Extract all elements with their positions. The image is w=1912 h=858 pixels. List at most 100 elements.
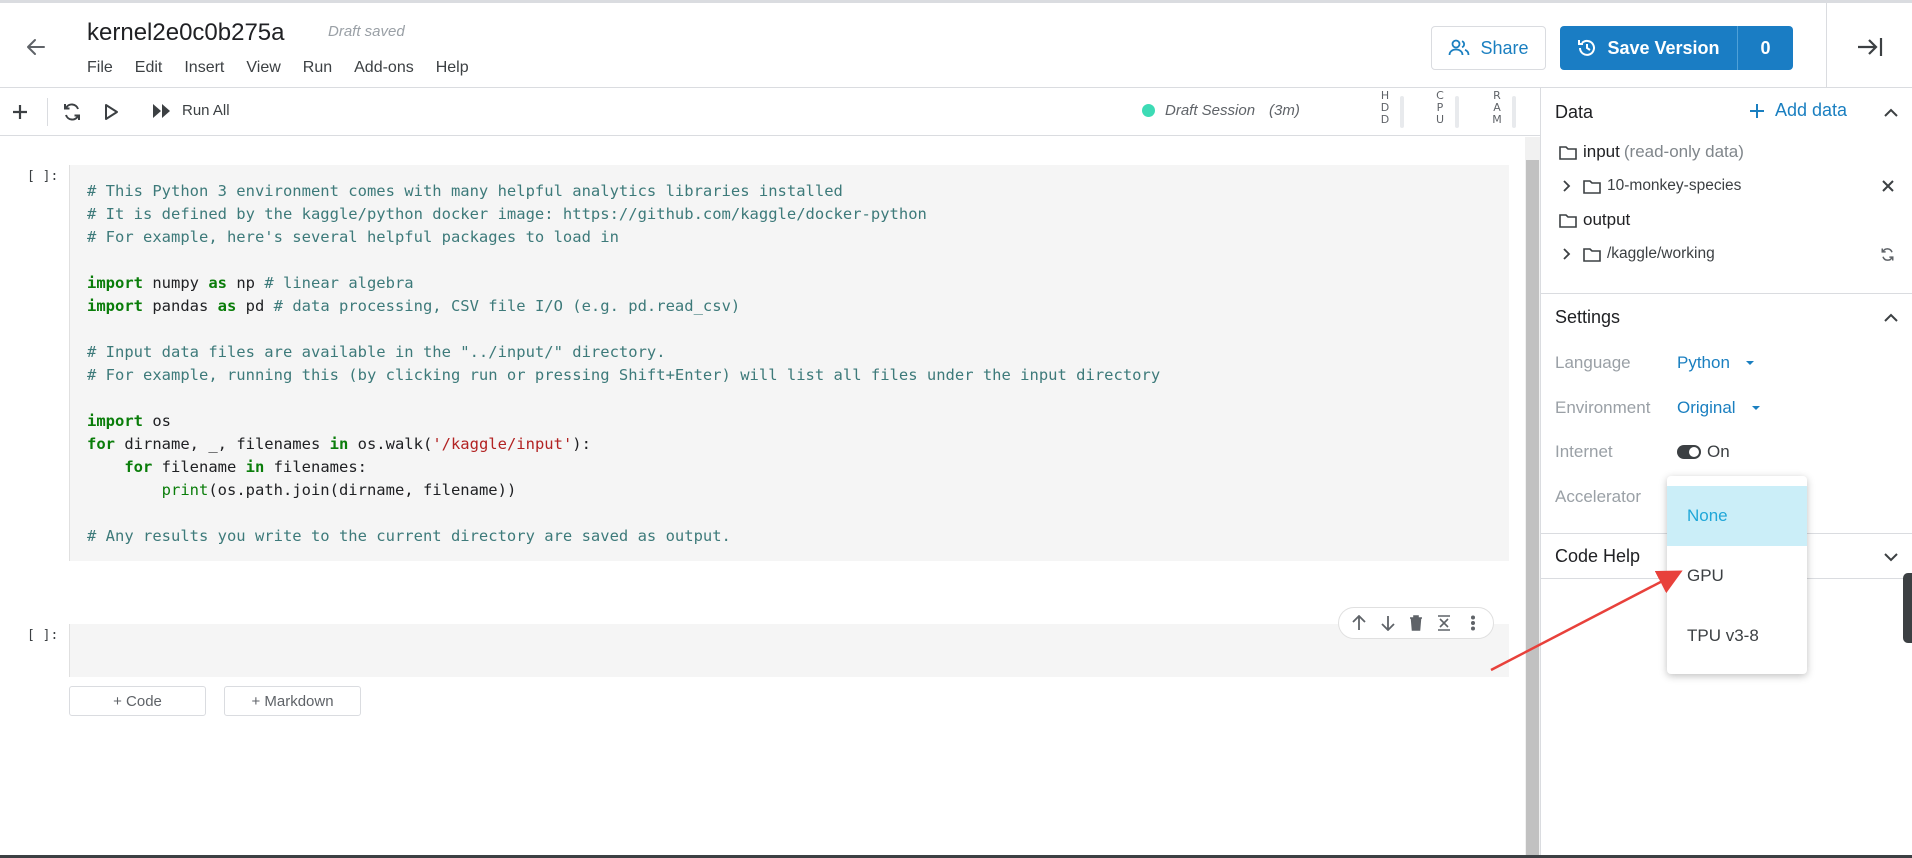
internet-label: Internet	[1555, 442, 1613, 461]
session-status[interactable]: Draft Session (3m)	[1142, 102, 1300, 119]
add-code-button[interactable]: + Code	[69, 686, 206, 716]
notebook-area: [ ]: # This Python 3 environment comes w…	[0, 137, 1525, 855]
add-data-button[interactable]: Add data	[1749, 100, 1847, 121]
caret-down-icon	[1745, 361, 1754, 365]
move-down-icon[interactable]	[1378, 613, 1398, 633]
settings-section-heading[interactable]: Settings	[1555, 307, 1620, 328]
collapse-panel-icon[interactable]	[1826, 3, 1912, 91]
menu-insert[interactable]: Insert	[184, 59, 224, 77]
folder-icon	[1559, 213, 1577, 228]
toggle-switch-icon	[1677, 445, 1701, 459]
notebook-toolbar: Run All Draft Session (3m) HDD CPU RAM	[0, 88, 1540, 136]
code-line: # This Python 3 environment comes with m…	[87, 182, 843, 200]
code-line: import os	[87, 412, 171, 430]
code-line: # Any results you write to the current d…	[87, 527, 731, 545]
session-label: Draft Session	[1165, 102, 1256, 119]
save-status: Draft saved	[328, 23, 405, 40]
code-cell[interactable]: # This Python 3 environment comes with m…	[69, 165, 1509, 561]
right-side-panel: Data Add data input (read-only data) 10-…	[1540, 88, 1912, 855]
code-line: print(os.path.join(dirname, filename))	[161, 481, 517, 499]
data-section-heading[interactable]: Data	[1555, 102, 1593, 123]
accelerator-option-none[interactable]: None	[1667, 486, 1807, 546]
dataset-row[interactable]: 10-monkey-species	[1559, 177, 1741, 195]
input-folder-label: input	[1583, 142, 1620, 161]
code-line: # Input data files are available in the …	[87, 343, 666, 361]
session-time: (3m)	[1269, 102, 1300, 119]
folder-icon	[1583, 247, 1601, 262]
accelerator-option-gpu[interactable]: GPU	[1667, 546, 1807, 606]
chevron-down-icon[interactable]	[1881, 547, 1901, 567]
menu-addons[interactable]: Add-ons	[354, 59, 414, 77]
cell-prompt: [ ]:	[27, 628, 59, 643]
language-select[interactable]: Python	[1677, 353, 1756, 373]
working-dir-label: /kaggle/working	[1607, 245, 1715, 262]
menu-view[interactable]: View	[246, 59, 280, 77]
side-drawer-handle[interactable]	[1903, 573, 1912, 643]
input-folder-row[interactable]: input (read-only data)	[1559, 142, 1744, 162]
add-data-label: Add data	[1775, 100, 1848, 120]
share-button[interactable]: Share	[1431, 26, 1546, 70]
environment-value: Original	[1677, 398, 1736, 417]
run-all-label: Run All	[182, 102, 230, 119]
folder-icon	[1559, 145, 1577, 160]
save-version-label: Save Version	[1607, 37, 1720, 58]
run-cell-icon[interactable]	[99, 100, 123, 124]
menu-file[interactable]: File	[87, 59, 113, 77]
internet-toggle[interactable]: On	[1677, 442, 1730, 462]
save-version-button[interactable]: Save Version 0	[1560, 26, 1793, 70]
chevron-up-icon[interactable]	[1881, 103, 1901, 123]
code-line: for dirname, _, filenames in os.walk('/k…	[87, 435, 591, 453]
header-bar: kernel2e0c0b275a Draft saved File Edit I…	[0, 0, 1912, 91]
trash-icon[interactable]	[1406, 613, 1426, 633]
code-line: # For example, here's several helpful pa…	[87, 228, 619, 246]
run-all-button[interactable]: Run All	[152, 102, 230, 119]
history-icon	[1578, 39, 1596, 56]
menu-bar: File Edit Insert View Run Add-ons Help	[87, 59, 491, 77]
refresh-icon[interactable]	[1880, 247, 1896, 263]
fast-forward-icon	[153, 103, 170, 118]
plus-icon[interactable]	[8, 100, 32, 124]
close-icon[interactable]	[1881, 179, 1897, 195]
output-folder-row[interactable]: output	[1559, 210, 1630, 230]
accelerator-dropdown: None GPU TPU v3-8	[1667, 476, 1807, 674]
input-folder-note: (read-only data)	[1623, 142, 1744, 161]
accelerator-option-tpu[interactable]: TPU v3-8	[1667, 606, 1807, 666]
code-help-section-heading[interactable]: Code Help	[1555, 546, 1640, 567]
ram-meter-bar	[1512, 96, 1516, 128]
cpu-meter-label: CPU	[1435, 89, 1445, 126]
code-line: for filename in filenames:	[124, 458, 367, 476]
menu-help[interactable]: Help	[436, 59, 469, 77]
cpu-meter-bar	[1455, 96, 1459, 128]
menu-run[interactable]: Run	[303, 59, 332, 77]
chevron-right-icon	[1563, 248, 1571, 260]
menu-edit[interactable]: Edit	[135, 59, 163, 77]
collapse-cell-icon[interactable]	[1434, 613, 1454, 633]
code-line: # It is defined by the kaggle/python doc…	[87, 205, 927, 223]
notebook-title[interactable]: kernel2e0c0b275a	[87, 19, 285, 47]
add-markdown-button[interactable]: + Markdown	[224, 686, 361, 716]
output-folder-label: output	[1583, 210, 1631, 229]
move-up-icon[interactable]	[1349, 613, 1369, 633]
environment-select[interactable]: Original	[1677, 398, 1762, 418]
notebook-scrollbar-thumb[interactable]	[1526, 160, 1539, 855]
more-vertical-icon[interactable]	[1463, 613, 1483, 633]
folder-icon	[1583, 179, 1601, 194]
hdd-meter-bar	[1400, 96, 1404, 128]
working-dir-row[interactable]: /kaggle/working	[1559, 245, 1715, 263]
share-label: Share	[1480, 37, 1529, 58]
people-icon	[1449, 39, 1470, 56]
code-line: # For example, running this (by clicking…	[87, 366, 1161, 384]
empty-code-cell[interactable]	[69, 624, 1509, 677]
refresh-icon[interactable]	[60, 100, 84, 124]
code-line: import pandas as pd # data processing, C…	[87, 297, 741, 315]
caret-down-icon	[1751, 406, 1760, 410]
version-count: 0	[1760, 37, 1771, 58]
session-status-dot	[1142, 104, 1155, 117]
chevron-up-icon[interactable]	[1881, 308, 1901, 328]
ram-meter-label: RAM	[1492, 89, 1502, 126]
accelerator-label: Accelerator	[1555, 487, 1641, 506]
back-arrow-icon[interactable]	[20, 31, 52, 63]
